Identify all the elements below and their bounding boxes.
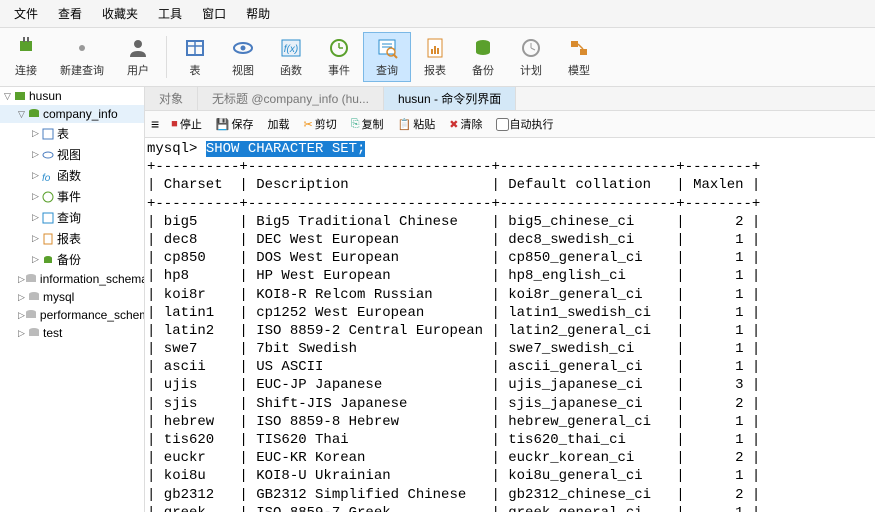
fx-icon: f(x) <box>277 36 305 60</box>
plug-icon <box>12 36 40 60</box>
clock-icon <box>325 36 353 60</box>
sidebar: ▽husun▽company_info▷表▷视图▷fo函数▷事件▷查询▷报表▷备… <box>0 87 145 512</box>
menu-item[interactable]: 收藏夹 <box>92 2 148 25</box>
toolbar-schedule[interactable]: 计划 <box>507 32 555 82</box>
clear-button[interactable]: ✖清除 <box>443 114 488 134</box>
content-area: 对象无标题 @company_info (hu...husun - 命令列界面 … <box>145 87 875 512</box>
toolbar-eye[interactable]: 视图 <box>219 32 267 82</box>
tree-item[interactable]: ▽company_info <box>0 105 144 123</box>
tree-item[interactable]: ▷报表 <box>0 228 144 249</box>
autorun-checkbox[interactable]: 自动执行 <box>490 114 559 134</box>
toolbar-clock[interactable]: 事件 <box>315 32 363 82</box>
dot-icon <box>68 36 96 60</box>
tree-item[interactable]: ▷test <box>0 324 144 342</box>
toolbar-dot[interactable]: 新建查询 <box>50 32 114 82</box>
tree-item[interactable]: ▷mysql <box>0 288 144 306</box>
query-icon <box>373 36 401 60</box>
menu-item[interactable]: 帮助 <box>236 2 280 25</box>
report-icon <box>421 36 449 60</box>
editor-toolbar: ≡ ■停止 💾保存 加载 ✂剪切 ⎘复制 📋粘贴 ✖清除 自动执行 <box>145 111 875 138</box>
console[interactable]: mysql> SHOW CHARACTER SET; +----------+-… <box>145 138 875 512</box>
tree-item[interactable]: ▽husun <box>0 87 144 105</box>
toolbar: 连接新建查询用户表视图f(x)函数事件查询报表备份计划模型 <box>0 28 875 87</box>
user-icon <box>124 36 152 60</box>
svg-text:f(x): f(x) <box>284 44 298 55</box>
menu-item[interactable]: 查看 <box>48 2 92 25</box>
tree-item[interactable]: ▷fo函数 <box>0 165 144 186</box>
copy-button[interactable]: ⎘复制 <box>345 114 390 134</box>
backup-icon <box>469 36 497 60</box>
schedule-icon <box>517 36 545 60</box>
menubar: 文件查看收藏夹工具窗口帮助 <box>0 0 875 28</box>
cut-button[interactable]: ✂剪切 <box>298 114 343 134</box>
paste-button[interactable]: 📋粘贴 <box>392 114 442 134</box>
save-button[interactable]: 💾保存 <box>210 114 260 134</box>
tree-item[interactable]: ▷事件 <box>0 186 144 207</box>
toolbar-fx[interactable]: f(x)函数 <box>267 32 315 82</box>
model-icon <box>565 36 593 60</box>
tree-item[interactable]: ▷performance_schema <box>0 306 144 324</box>
toolbar-backup[interactable]: 备份 <box>459 32 507 82</box>
tab[interactable]: husun - 命令列界面 <box>384 87 516 110</box>
main: ▽husun▽company_info▷表▷视图▷fo函数▷事件▷查询▷报表▷备… <box>0 87 875 512</box>
stop-button[interactable]: ■停止 <box>165 114 208 134</box>
tree-item[interactable]: ▷视图 <box>0 144 144 165</box>
menu-item[interactable]: 文件 <box>4 2 48 25</box>
tab[interactable]: 无标题 @company_info (hu... <box>198 87 384 110</box>
toolbar-query[interactable]: 查询 <box>363 32 411 82</box>
toolbar-report[interactable]: 报表 <box>411 32 459 82</box>
menu-item[interactable]: 窗口 <box>192 2 236 25</box>
eye-icon <box>229 36 257 60</box>
table-icon <box>181 36 209 60</box>
tab[interactable]: 对象 <box>145 87 198 110</box>
tabs: 对象无标题 @company_info (hu...husun - 命令列界面 <box>145 87 875 111</box>
toolbar-model[interactable]: 模型 <box>555 32 603 82</box>
tree-item[interactable]: ▷information_schema <box>0 270 144 288</box>
tree-item[interactable]: ▷查询 <box>0 207 144 228</box>
tree-item[interactable]: ▷表 <box>0 123 144 144</box>
tree-item[interactable]: ▷备份 <box>0 249 144 270</box>
menu-item[interactable]: 工具 <box>148 2 192 25</box>
toolbar-plug[interactable]: 连接 <box>2 32 50 82</box>
load-button[interactable]: 加载 <box>262 114 296 134</box>
toolbar-table[interactable]: 表 <box>171 32 219 82</box>
toolbar-user[interactable]: 用户 <box>114 32 162 82</box>
